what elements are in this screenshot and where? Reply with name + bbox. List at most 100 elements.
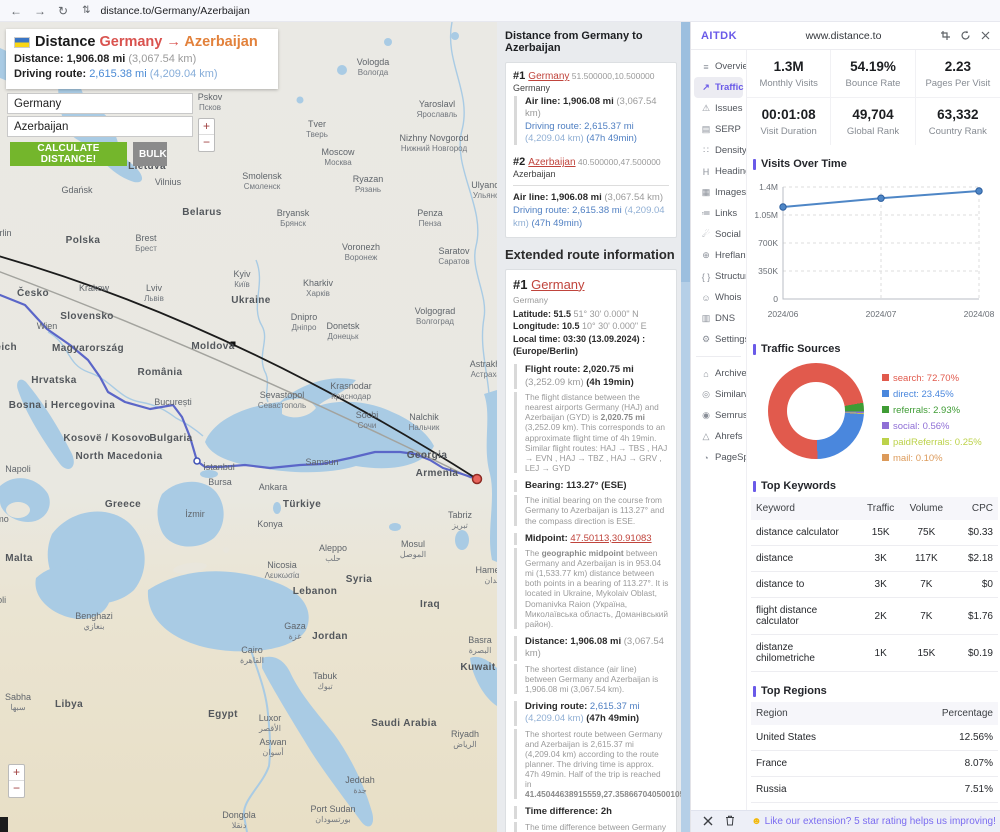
stat-value: 54.19% — [833, 59, 912, 74]
text-segment: (47h 49min) — [586, 713, 639, 724]
trash-icon[interactable] — [725, 813, 735, 831]
stat-monthly-visits: 1.3MMonthly Visits — [747, 50, 831, 98]
table-cell: 15K — [860, 520, 902, 546]
map-label: Kharkiv — [303, 278, 334, 288]
map-label-native: بورتسودان — [315, 815, 350, 824]
table-cell: $0 — [951, 572, 998, 598]
section-traffic-sources: Traffic Sources — [753, 343, 992, 355]
stat-global-rank: 49,704Global Rank — [831, 98, 915, 145]
sidebar-item-density[interactable]: ∷Density — [694, 140, 743, 161]
map-label: Bryansk — [277, 208, 310, 218]
section-marker — [753, 159, 756, 170]
sidebar-item-archive[interactable]: ⌂Archive — [694, 363, 743, 384]
map-label-native: Ульяновск — [473, 191, 497, 200]
to-input[interactable] — [7, 116, 193, 137]
headings-icon: H — [700, 167, 712, 177]
map-label: Konya — [257, 519, 283, 529]
sidebar-item-label: PageSpeed — [715, 452, 747, 463]
zoom-in-button[interactable]: + — [9, 765, 24, 781]
site-info-icon[interactable]: ⇅ — [82, 5, 90, 16]
close-panel-icon[interactable] — [703, 813, 713, 831]
sidebar-item-ahrefs[interactable]: △Ahrefs — [694, 426, 743, 447]
legend-label: mail: 0.10% — [893, 453, 943, 464]
sidebar-item-overview[interactable]: ≡Overview — [694, 56, 743, 77]
legend-item-direct: direct: 23.45% — [882, 387, 982, 403]
map-label: Egypt — [208, 709, 238, 720]
sidebar-item-similarweb[interactable]: ◎Similarweb — [694, 384, 743, 405]
map-area[interactable]: VologdaВологдаYaroslavlЯрославльTverТвер… — [0, 22, 497, 832]
sidebar-item-structured[interactable]: { }Structured — [694, 266, 743, 287]
extension-footer: ☻Like our extension? 5 star rating helps… — [691, 810, 1000, 832]
structured-icon: { } — [700, 272, 712, 282]
section-marker — [753, 686, 756, 697]
reload-icon[interactable]: ↻ — [58, 5, 68, 17]
link[interactable]: Germany — [528, 71, 569, 82]
sidebar-item-images[interactable]: ▦Images — [694, 182, 743, 203]
calculate-distance-button[interactable]: CALCULATE DISTANCE! — [10, 142, 127, 166]
text-segment: 40.500000,47.500000 — [576, 157, 661, 167]
column-header: Volume — [902, 497, 951, 520]
map-label: Lebanon — [293, 586, 337, 597]
map-label: Vilnius — [155, 177, 182, 187]
map-label: Jordan — [312, 631, 348, 642]
zoom-out-button[interactable]: − — [9, 781, 24, 797]
sidebar-item-headings[interactable]: HHeadings — [694, 161, 743, 182]
map-label-native: سبها — [10, 703, 26, 712]
map-label-native: القاهرة — [240, 656, 264, 665]
sidebar-item-semrush[interactable]: ◉Semrush — [694, 405, 743, 426]
text-block: Germany — [513, 83, 669, 93]
sidebar-item-links[interactable]: ≔Links — [694, 203, 743, 224]
sidebar-item-settings[interactable]: ⚙Settings — [694, 329, 743, 350]
link[interactable]: 47.50113,30.91083 — [570, 533, 651, 544]
sidebar-item-social[interactable]: ☄Social — [694, 224, 743, 245]
sidebar-item-dns[interactable]: ▥DNS — [694, 308, 743, 329]
map-label-native: Астрахань — [471, 370, 497, 379]
back-icon[interactable]: ← — [10, 5, 22, 17]
regions-table: RegionPercentageUnited States12.56%Franc… — [751, 702, 998, 803]
close-icon[interactable] — [980, 30, 991, 41]
scrollbar-thumb[interactable] — [681, 22, 690, 282]
text-segment: Germany — [513, 83, 550, 93]
stat-value: 63,332 — [918, 107, 998, 122]
sidebar-item-whois[interactable]: ☺Whois — [694, 287, 743, 308]
map-label: Nalchik — [409, 412, 439, 422]
zoom-in-button[interactable]: + — [199, 119, 214, 135]
text-block: Air line: 1,906.08 mi (3,067.54 km) — [514, 96, 669, 121]
map-label: Luxor — [259, 713, 282, 723]
text-segment: The time difference between Germany (Eur… — [525, 822, 666, 832]
bulk-button[interactable]: BULK — [133, 142, 167, 166]
sidebar-item-label: Links — [715, 208, 737, 219]
from-input[interactable] — [7, 93, 193, 114]
sidebar-item-pagespeed[interactable]: ◔PageSpeed — [694, 447, 743, 468]
map-label: Aleppo — [319, 543, 347, 553]
legend-swatch — [882, 406, 889, 413]
text-block: The shortest distance (air line) between… — [514, 664, 669, 694]
density-icon: ∷ — [700, 145, 712, 156]
sidebar-item-issues[interactable]: ⚠Issues — [694, 98, 743, 119]
link[interactable]: Azerbaijan — [528, 157, 575, 168]
map-label-native: Ярославль — [417, 110, 458, 119]
screenshot-icon[interactable] — [940, 30, 951, 41]
link[interactable]: Germany — [531, 277, 584, 292]
destination-marker[interactable] — [473, 475, 482, 484]
sidebar-item-traffic[interactable]: ↗Traffic — [694, 77, 743, 98]
refresh-icon[interactable] — [960, 30, 971, 41]
text-segment: Driving route: — [525, 701, 590, 712]
map-label: Ryazan — [353, 174, 384, 184]
forward-icon[interactable]: → — [34, 5, 46, 17]
svg-text:1.4M: 1.4M — [759, 182, 778, 192]
map-label: Ukraine — [231, 295, 271, 306]
zoom-out-button[interactable]: − — [199, 135, 214, 151]
address-bar[interactable]: distance.to/Germany/Azerbaijan — [100, 5, 249, 17]
sidebar-item-serp[interactable]: ▤SERP — [694, 119, 743, 140]
text-segment: 51.5 — [554, 309, 574, 319]
page-scrollbar[interactable] — [681, 22, 690, 832]
text-block: Driving route: 2,615.37 mi (4,209.04 km)… — [514, 701, 669, 726]
text-segment: Germany — [513, 295, 548, 305]
sidebar-item-hreflangs[interactable]: ⊕Hreflangs — [694, 245, 743, 266]
rating-prompt[interactable]: ☻Like our extension? 5 star rating helps… — [747, 816, 1000, 827]
svg-text:1.05M: 1.05M — [754, 210, 778, 220]
map-label: Wien — [37, 321, 58, 331]
half-trip-marker[interactable] — [194, 458, 200, 464]
stat-country-rank: 63,332Country Rank — [916, 98, 1000, 145]
